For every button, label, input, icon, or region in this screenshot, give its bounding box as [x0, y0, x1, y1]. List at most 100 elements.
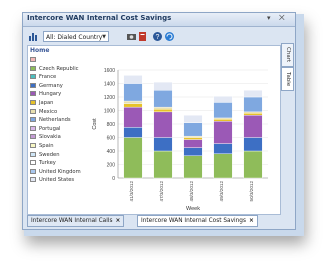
legend-label: Germany [39, 82, 63, 89]
tab-internal-calls[interactable]: Intercore WAN Internal Calls × [27, 215, 125, 227]
bar-segment [153, 106, 173, 110]
tab-table[interactable]: Table [281, 67, 294, 91]
bar-segment [153, 137, 173, 152]
legend-label: Czech Republic [39, 65, 79, 72]
y-tick-label: 1600 [104, 68, 115, 74]
y-tick-label: 1200 [104, 95, 115, 101]
svg-text:?: ? [155, 34, 159, 41]
legend-label: Hungary [39, 91, 62, 98]
legend-item[interactable]: United States [30, 176, 88, 185]
bar-segment [213, 121, 233, 144]
legend-swatch [30, 151, 36, 157]
legend-item[interactable]: Germany [30, 82, 88, 91]
legend-label: France [39, 74, 57, 81]
pin-icon[interactable]: ⨉ [279, 14, 285, 23]
tab-internal-calls-label: Intercore WAN Internal Calls [31, 218, 113, 224]
pin-dropdown-button[interactable]: ▾ [267, 14, 271, 22]
y-tick-label: 800 [107, 122, 116, 128]
bar-segment [153, 108, 173, 113]
legend-swatch [30, 91, 36, 97]
bar-segment [153, 90, 173, 108]
bar-segment [213, 102, 233, 119]
bar-segment [183, 155, 203, 179]
bar-segment [123, 100, 143, 104]
legend-swatch [30, 177, 36, 183]
legend-item[interactable]: Slovakia [30, 133, 88, 142]
bar-segment [183, 137, 203, 140]
legend-item[interactable]: Hungary [30, 90, 88, 99]
bar-segment [183, 115, 203, 123]
bar-segment [123, 83, 143, 102]
refresh-icon[interactable] [163, 31, 175, 43]
legend-item[interactable]: France [30, 73, 88, 82]
bar-segment [123, 106, 143, 128]
legend: Czech Republic France Germany Hungary Japan M… [30, 56, 88, 185]
bar-segment [183, 122, 203, 137]
legend-label: United Kingdom [39, 168, 81, 175]
legend-label: Slovakia [39, 134, 61, 141]
x-tick-label: 49/3/2012 [219, 181, 224, 202]
legend-item[interactable] [30, 56, 88, 65]
legend-item[interactable]: Mexico [30, 108, 88, 117]
document-tabs: Intercore WAN Internal Calls × Intercore … [27, 215, 291, 227]
bar-segment [153, 150, 173, 179]
x-tick-label: 50/3/2012 [249, 181, 254, 202]
legend-swatch [30, 125, 36, 131]
export-icon[interactable] [136, 31, 148, 43]
legend-item[interactable]: United Kingdom [30, 168, 88, 177]
legend-swatch [30, 65, 36, 71]
legend-item[interactable]: Czech Republic [30, 65, 88, 74]
chart-panel: Home Czech Republic France Germany Hungary J… [27, 45, 281, 215]
legend-item[interactable]: Turkey [30, 159, 88, 168]
legend-swatch [30, 117, 36, 123]
x-tick-label: 41/3/2012 [129, 181, 134, 202]
dialed-country-select[interactable]: All: Dialed Country ▼ [43, 31, 109, 42]
legend-swatch [30, 99, 36, 105]
tab-internal-cost-savings-label: Intercore WAN Internal Cost Savings [141, 218, 246, 224]
bar-segment [153, 111, 173, 138]
legend-swatch [30, 142, 36, 148]
legend-item[interactable]: Japan [30, 99, 88, 108]
x-axis-label: Week [186, 206, 200, 212]
legend-label: Spain [39, 142, 54, 149]
tab-chart[interactable]: Chart [281, 43, 294, 67]
y-axis-label: Cost [92, 118, 98, 130]
legend-swatch [30, 108, 36, 114]
legend-label: Netherlands [39, 117, 71, 124]
dialed-country-value: All: Dialed Country [46, 34, 103, 41]
legend-swatch [30, 160, 36, 166]
bar-segment [123, 75, 143, 84]
bar-segment [213, 119, 233, 122]
help-icon[interactable]: ? [151, 31, 163, 43]
legend-label: Japan [39, 99, 54, 106]
close-icon[interactable]: × [115, 218, 120, 224]
legend-label: Sweden [39, 151, 60, 158]
legend-label: Turkey [39, 160, 56, 167]
legend-item[interactable]: Sweden [30, 151, 88, 160]
bar-segment [243, 90, 263, 98]
bar-segment [213, 96, 233, 103]
bar-segment [123, 127, 143, 138]
bar-segment [243, 150, 263, 179]
legend-title: Home [30, 47, 50, 54]
y-tick-label: 0 [112, 176, 115, 182]
x-tick-label: 47/3/2012 [159, 181, 164, 202]
bar-segment [123, 103, 143, 108]
legend-label: United States [39, 177, 75, 184]
bar-segment [243, 113, 263, 116]
bar-segment [153, 81, 173, 91]
close-icon[interactable]: × [249, 218, 254, 224]
y-tick-label: 600 [107, 136, 116, 142]
legend-item[interactable]: Spain [30, 142, 88, 151]
legend-swatch [30, 168, 36, 174]
bar-segment [183, 139, 203, 148]
title-bar: Intercore WAN Internal Cost Savings ▾ ⨉ [23, 13, 295, 27]
toolbar: All: Dialed Country ▼ ? [27, 31, 279, 45]
chart-icon[interactable] [27, 31, 39, 43]
legend-item[interactable]: Portugal [30, 125, 88, 134]
tab-internal-cost-savings[interactable]: Intercore WAN Internal Cost Savings × [137, 215, 258, 227]
legend-item[interactable]: Netherlands [30, 116, 88, 125]
y-tick-label: 1000 [104, 109, 115, 115]
bar-segment [213, 143, 233, 154]
bar-segment [243, 115, 263, 138]
